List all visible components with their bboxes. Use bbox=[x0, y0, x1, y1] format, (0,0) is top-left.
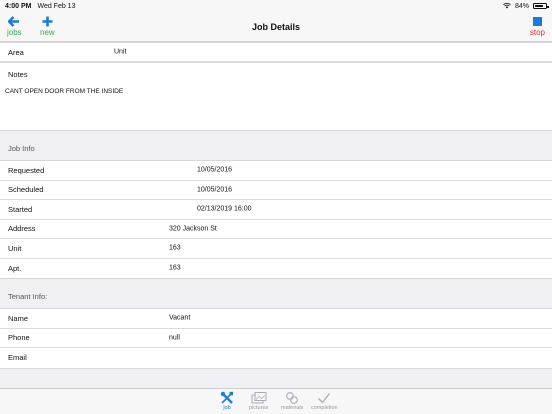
phone-label: Phone bbox=[8, 333, 30, 343]
checkmark-icon bbox=[317, 391, 331, 405]
notes-text: CANT OPEN DOOR FROM THE INSIDE bbox=[5, 88, 124, 95]
apt-value: 163 bbox=[169, 264, 181, 272]
tab-bar: job pictures materials completion bbox=[0, 388, 552, 414]
area-value: Unit bbox=[114, 48, 127, 56]
stop-square-icon bbox=[532, 14, 542, 28]
requested-value: 10/05/2016 bbox=[197, 166, 233, 174]
email-label: Email bbox=[8, 353, 27, 363]
unit-value: 163 bbox=[169, 244, 181, 252]
unit-label: Unit bbox=[8, 243, 22, 253]
job-info-header: Job Info bbox=[8, 144, 35, 153]
tab-completion-label: completion bbox=[311, 405, 338, 411]
scheduled-value: 10/05/2016 bbox=[197, 186, 233, 194]
phone-row: Phone null bbox=[0, 329, 552, 348]
tab-materials-label: materials bbox=[281, 405, 304, 411]
tab-job[interactable]: job bbox=[220, 391, 234, 411]
name-row: Name Vacant bbox=[0, 309, 552, 329]
nav-bar: jobs new Job Details stop bbox=[0, 12, 552, 42]
status-time: 4:00 PM bbox=[5, 2, 32, 10]
job-details-content: Area Unit Notes CANT OPEN DOOR FROM THE … bbox=[0, 42, 552, 369]
tab-completion[interactable]: completion bbox=[311, 391, 338, 411]
address-label: Address bbox=[8, 224, 36, 234]
tenant-info-card: Name Vacant Phone null Email bbox=[0, 308, 552, 369]
page-title: Job Details bbox=[251, 22, 300, 32]
tenant-info-header: Tenant Info: bbox=[8, 292, 48, 301]
materials-icon bbox=[285, 391, 299, 405]
unit-row: Unit 163 bbox=[0, 239, 552, 259]
battery-percent: 84% bbox=[514, 2, 529, 10]
address-value: 320 Jackson St bbox=[169, 225, 217, 233]
scheduled-row: Scheduled 10/05/2016 bbox=[0, 181, 552, 200]
address-row: Address 320 Jackson St bbox=[0, 220, 552, 239]
stop-label: stop bbox=[529, 28, 545, 37]
started-value: 02/13/2019 16:00 bbox=[197, 205, 252, 213]
tab-job-label: job bbox=[223, 405, 231, 411]
started-label: Started bbox=[8, 204, 33, 214]
stop-button[interactable]: stop bbox=[530, 14, 545, 37]
notes-label: Notes bbox=[8, 70, 28, 79]
requested-row: Requested 10/05/2016 bbox=[0, 161, 552, 181]
area-row: Area Unit bbox=[0, 43, 552, 62]
wifi-icon bbox=[503, 3, 511, 9]
battery-icon bbox=[533, 3, 549, 9]
notes-field[interactable]: Notes CANT OPEN DOOR FROM THE INSIDE bbox=[0, 62, 552, 130]
started-row: Started 02/13/2019 16:00 bbox=[0, 200, 552, 220]
details-card: Area Unit Notes CANT OPEN DOOR FROM THE … bbox=[0, 42, 552, 131]
apt-row: Apt. 163 bbox=[0, 259, 552, 279]
tab-pictures-label: pictures bbox=[249, 405, 269, 411]
status-date: Wed Feb 13 bbox=[37, 2, 76, 10]
tab-materials[interactable]: materials bbox=[281, 391, 303, 411]
job-info-card: Requested 10/05/2016 Scheduled 10/05/201… bbox=[0, 160, 552, 279]
email-row: Email bbox=[0, 348, 552, 368]
area-label: Area bbox=[8, 47, 24, 57]
tab-pictures[interactable]: pictures bbox=[249, 391, 268, 411]
name-label: Name bbox=[8, 313, 29, 323]
status-bar: 4:00 PM Wed Feb 13 84% bbox=[0, 0, 552, 12]
requested-label: Requested bbox=[8, 165, 45, 175]
name-value: Vacant bbox=[169, 314, 191, 322]
scheduled-label: Scheduled bbox=[8, 185, 44, 195]
phone-value: null bbox=[169, 334, 180, 342]
pictures-icon bbox=[251, 391, 267, 405]
apt-label: Apt. bbox=[8, 263, 22, 273]
tools-icon bbox=[220, 391, 234, 405]
